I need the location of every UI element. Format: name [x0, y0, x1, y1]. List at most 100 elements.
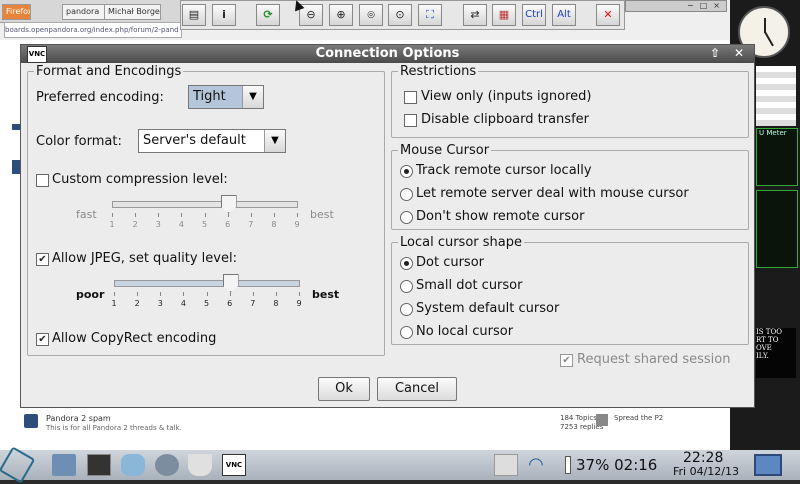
jpeg-quality-label[interactable]: Allow JPEG, set quality level:: [52, 251, 237, 266]
slider-tick: [273, 213, 275, 217]
chat-icon[interactable]: [121, 454, 145, 476]
maximize-icon[interactable]: ⇧: [707, 46, 723, 61]
slider-tick-label: 9: [296, 299, 302, 308]
local-cursor-option-none[interactable]: No local cursor: [416, 324, 513, 339]
page-marker: [12, 160, 20, 174]
dialog-title: Connection Options: [315, 46, 460, 61]
window-controls[interactable]: −□×: [625, 0, 727, 12]
alt-key-button[interactable]: Alt: [552, 4, 576, 26]
browser-tab-firefox[interactable]: Firefox: [2, 4, 31, 20]
slider-tick: [135, 213, 137, 217]
cancel-button[interactable]: Cancel: [377, 377, 457, 401]
forum-title[interactable]: Pandora 2 spam: [46, 414, 111, 423]
local-cursor-group: Local cursor shape Dot cursor Small dot …: [391, 235, 749, 345]
globe-icon[interactable]: [155, 454, 179, 476]
terminal-icon[interactable]: [87, 454, 111, 476]
view-only-checkbox[interactable]: [404, 91, 417, 104]
page-marker: [12, 124, 20, 130]
compression-slider-thumb[interactable]: [220, 195, 237, 213]
forum-icon: [24, 414, 38, 428]
meter-label: U Meter: [759, 129, 787, 137]
restrictions-heading: Restrictions: [398, 64, 479, 79]
local-cursor-option-dot[interactable]: Dot cursor: [416, 255, 484, 270]
color-format-select[interactable]: Server's default ▼: [138, 129, 286, 153]
color-format-label: Color format:: [36, 134, 122, 149]
folder-icon[interactable]: [52, 454, 76, 476]
zoom-fit-icon[interactable]: ⊙: [388, 4, 412, 26]
slider-tick: [158, 213, 160, 217]
slider-tick-label: 1: [109, 220, 115, 229]
forum-topics-count: 184 Topics: [560, 414, 597, 422]
mouse-cursor-option-hide[interactable]: Don't show remote cursor: [416, 209, 584, 224]
mouse-cursor-option-server[interactable]: Let remote server deal with mouse cursor: [416, 186, 689, 201]
local-cursor-radio-small-dot[interactable]: [400, 280, 413, 293]
custom-compression-checkbox[interactable]: [36, 174, 49, 187]
compression-max-label: best: [310, 208, 334, 221]
view-only-label[interactable]: View only (inputs ignored): [421, 89, 591, 104]
forum-last-post[interactable]: Spread the P2: [614, 414, 663, 422]
compression-slider-track[interactable]: [112, 201, 298, 208]
close-icon[interactable]: ✕: [731, 46, 747, 61]
network-wired-icon[interactable]: [494, 454, 518, 476]
zoom-in-icon[interactable]: ⊕: [329, 4, 353, 26]
local-cursor-option-system[interactable]: System default cursor: [416, 301, 559, 316]
mouse-cursor-radio-hide[interactable]: [400, 211, 413, 224]
keyboard-icon[interactable]: ▦: [492, 4, 516, 26]
vnc-logo-icon: VNC: [27, 46, 47, 63]
wifi-icon[interactable]: ◠: [524, 454, 548, 476]
ok-button[interactable]: Ok: [318, 377, 370, 401]
system-meter-widget: U Meter: [756, 128, 798, 186]
ctrl-key-button[interactable]: Ctrl: [522, 4, 546, 26]
fullscreen-icon[interactable]: ⛶: [418, 4, 442, 26]
local-cursor-radio-dot[interactable]: [400, 257, 413, 270]
battery-icon[interactable]: [565, 456, 571, 474]
mouse-cursor-radio-track[interactable]: [400, 165, 413, 178]
slider-tick-label: 8: [273, 299, 279, 308]
vnc-task-icon[interactable]: VNC: [222, 454, 246, 476]
slider-tick-label: 1: [111, 299, 117, 308]
cup-icon[interactable]: [188, 454, 212, 476]
jpeg-quality-checkbox[interactable]: ✔: [36, 253, 49, 266]
zoom-100-icon[interactable]: ◎: [359, 4, 383, 26]
clock-time[interactable]: 22:28: [683, 450, 723, 466]
quality-slider-thumb[interactable]: [222, 274, 239, 292]
preferred-encoding-select[interactable]: Tight ▼: [188, 85, 264, 109]
browser-tab-pandora[interactable]: pandora: [62, 4, 107, 20]
options-icon[interactable]: ▤: [182, 4, 206, 26]
slider-tick-label: 5: [203, 299, 210, 308]
copyrect-checkbox[interactable]: ✔: [36, 333, 49, 346]
mouse-cursor-option-track[interactable]: Track remote cursor locally: [416, 163, 592, 178]
refresh-icon[interactable]: ⟳: [256, 4, 280, 26]
show-desktop-icon[interactable]: [754, 454, 782, 476]
mouse-cursor-heading: Mouse Cursor: [398, 143, 492, 158]
local-cursor-radio-system[interactable]: [400, 303, 413, 316]
disable-clipboard-checkbox[interactable]: [404, 114, 417, 127]
mouse-cursor-radio-server[interactable]: [400, 188, 413, 201]
local-cursor-heading: Local cursor shape: [398, 235, 524, 250]
slider-tick-label: 2: [132, 220, 138, 229]
disable-clipboard-label[interactable]: Disable clipboard transfer: [421, 112, 589, 127]
clock-date[interactable]: Fri 04/12/13: [673, 465, 739, 478]
slider-tick: [206, 292, 208, 296]
custom-compression-label[interactable]: Custom compression level:: [52, 172, 228, 187]
local-cursor-radio-none[interactable]: [400, 326, 413, 339]
slider-tick: [183, 292, 185, 296]
quality-slider-track[interactable]: [114, 280, 300, 287]
slider-tick-label: 6: [225, 220, 231, 229]
disconnect-icon[interactable]: ✕: [596, 4, 620, 26]
shared-session-checkbox[interactable]: ✔: [560, 354, 573, 367]
browser-tab-bar: Firefox pandora Michał Borgen: [0, 0, 180, 23]
browser-tab-borgen[interactable]: Michał Borgen: [104, 4, 161, 20]
copyrect-label[interactable]: Allow CopyRect encoding: [52, 331, 216, 346]
info-icon[interactable]: i: [212, 4, 236, 26]
shared-session-label[interactable]: Request shared session: [577, 352, 730, 367]
local-cursor-option-small-dot[interactable]: Small dot cursor: [416, 278, 522, 293]
format-encodings-heading: Format and Encodings: [34, 64, 184, 79]
start-menu-icon[interactable]: [0, 446, 36, 484]
format-encodings-group: Format and Encodings Preferred encoding:…: [27, 64, 385, 356]
transfer-icon[interactable]: ⇄: [463, 4, 487, 26]
battery-status: 37% 02:16: [576, 456, 658, 474]
browser-url-bar[interactable]: boards.openpandora.org/index.php/forum/2…: [4, 22, 182, 38]
slider-tick: [297, 213, 298, 217]
dialog-titlebar[interactable]: VNC Connection Options ⇧ ✕: [21, 45, 754, 63]
